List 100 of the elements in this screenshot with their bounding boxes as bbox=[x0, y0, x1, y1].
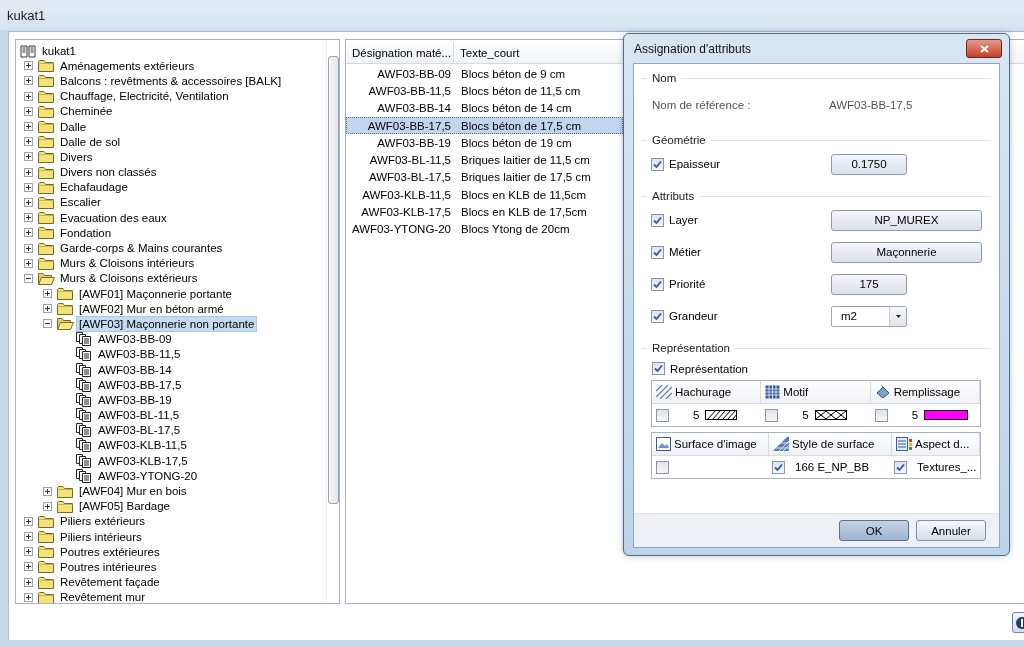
tree-item[interactable]: [AWF05] Bardage bbox=[76, 498, 173, 515]
tree-item[interactable]: Piliers extérieurs bbox=[57, 513, 148, 530]
tree-item[interactable]: Dalle de sol bbox=[57, 133, 124, 150]
expand-icon[interactable] bbox=[43, 304, 52, 314]
tree-item[interactable]: Dalle bbox=[57, 118, 90, 135]
checkbox[interactable] bbox=[874, 408, 888, 422]
expand-icon[interactable] bbox=[24, 577, 33, 587]
tree-item[interactable]: Garde-corps & Mains courantes bbox=[57, 240, 226, 257]
table-row[interactable]: AWF03-BL-11,5 Briques laitier de 11,5 cm bbox=[346, 151, 623, 169]
expand-icon[interactable] bbox=[24, 76, 33, 86]
tree-item[interactable]: AWF03-BB-11,5 bbox=[95, 346, 184, 363]
checkbox[interactable] bbox=[656, 460, 669, 474]
table-row[interactable]: AWF03-BB-14 Blocs béton de 14 cm bbox=[346, 99, 623, 117]
expand-icon[interactable] bbox=[24, 122, 33, 132]
expand-icon[interactable] bbox=[24, 562, 33, 572]
table-row[interactable]: AWF03-KLB-11,5 Blocs en KLB de 11,5cm bbox=[346, 186, 623, 204]
expand-icon[interactable] bbox=[24, 137, 33, 147]
checkbox[interactable] bbox=[651, 277, 664, 291]
tree-item[interactable]: Murs & Cloisons intérieurs bbox=[57, 255, 198, 272]
expand-icon[interactable] bbox=[24, 228, 33, 238]
value-button[interactable]: 175 bbox=[831, 273, 907, 295]
expand-icon[interactable] bbox=[24, 532, 33, 542]
expand-icon[interactable] bbox=[24, 592, 33, 602]
checkbox[interactable] bbox=[651, 309, 664, 323]
expand-icon[interactable] bbox=[24, 258, 33, 268]
collapse-icon[interactable] bbox=[43, 319, 52, 329]
tree-item[interactable]: AWF03-BB-17,5 bbox=[95, 376, 185, 393]
column-header[interactable]: Remplissage bbox=[893, 386, 961, 398]
tree-item[interactable]: Balcons : revêtments & accessoires [BALK] bbox=[57, 72, 285, 89]
dropdown[interactable]: m2 bbox=[831, 305, 907, 327]
dialog-button[interactable]: OK bbox=[839, 520, 909, 541]
expand-icon[interactable] bbox=[24, 182, 33, 192]
tree-item[interactable]: Fondation bbox=[57, 224, 115, 241]
tree-item[interactable]: [AWF04] Mur en bois bbox=[76, 483, 190, 500]
tree-item[interactable]: AWF03-BB-19 bbox=[95, 391, 175, 408]
value-button[interactable]: NP_MUREX bbox=[831, 209, 982, 231]
checkbox[interactable] bbox=[656, 408, 669, 422]
checkbox[interactable] bbox=[772, 460, 785, 474]
tree-item[interactable]: AWF03-BB-09 bbox=[95, 331, 175, 348]
scrollbar-thumb[interactable] bbox=[327, 56, 339, 504]
expand-icon[interactable] bbox=[24, 91, 33, 101]
tree-item[interactable]: Murs & Cloisons extérieurs bbox=[57, 270, 201, 287]
expand-icon[interactable] bbox=[24, 61, 33, 71]
table-row[interactable]: AWF03-BB-17,5 Blocs béton de 17,5 cm bbox=[346, 116, 623, 135]
expand-icon[interactable] bbox=[24, 547, 33, 557]
tree-item[interactable]: AWF03-BL-11,5 bbox=[95, 407, 183, 424]
tree-item[interactable]: Poutres extérieures bbox=[57, 543, 163, 560]
tree-item[interactable]: AWF03-BL-17,5 bbox=[95, 422, 184, 439]
tree-item[interactable]: Escalier bbox=[57, 194, 104, 211]
table-row[interactable]: AWF03-YTONG-20 Blocs Ytong de 20cm bbox=[346, 220, 623, 238]
checkbox[interactable] bbox=[765, 408, 779, 422]
tree-item[interactable]: kukat1 bbox=[39, 42, 79, 59]
tree-item[interactable]: AWF03-KLB-11,5 bbox=[95, 437, 190, 454]
tree-item[interactable]: [AWF01] Maçonnerie portante bbox=[76, 285, 235, 302]
tree-item[interactable]: Revêtement mur bbox=[57, 589, 148, 603]
tree-item[interactable]: Chauffage, Electricité, Ventilation bbox=[57, 88, 232, 105]
tree-item[interactable]: Aménagements extérieurs bbox=[57, 57, 198, 74]
column-header[interactable]: Motif bbox=[783, 386, 809, 398]
expand-icon[interactable] bbox=[24, 213, 33, 223]
tree-item[interactable]: Revêtement façade bbox=[57, 574, 163, 591]
tree-item[interactable]: [AWF02] Mur en béton armé bbox=[76, 300, 227, 317]
tree-item[interactable]: [AWF03] Maçonnerie non portante bbox=[76, 315, 258, 332]
table-row[interactable]: AWF03-BL-17,5 Briques laitier de 17,5 cm bbox=[346, 168, 623, 187]
tree-item[interactable]: Piliers intérieurs bbox=[57, 528, 145, 545]
expand-icon[interactable] bbox=[24, 167, 33, 177]
expand-icon[interactable] bbox=[43, 501, 52, 511]
expand-icon[interactable] bbox=[24, 152, 33, 162]
checkbox[interactable] bbox=[651, 213, 664, 227]
close-button[interactable] bbox=[966, 39, 1002, 58]
column-header[interactable]: Désignation maté... bbox=[346, 42, 454, 63]
value-button[interactable]: 0.1750 bbox=[831, 153, 907, 175]
scrollbar[interactable] bbox=[326, 40, 339, 603]
tree-item[interactable]: Divers non classés bbox=[57, 164, 160, 181]
tree-item[interactable]: Evacuation des eaux bbox=[57, 209, 170, 226]
checkbox[interactable] bbox=[651, 245, 664, 259]
tree-item[interactable]: AWF03-KLB-17,5 bbox=[95, 452, 191, 469]
table-row[interactable]: AWF03-BB-11,5 Blocs béton de 11,5 cm bbox=[346, 82, 623, 100]
tree-item[interactable]: AWF03-BB-14 bbox=[95, 361, 175, 378]
expand-icon[interactable] bbox=[24, 106, 33, 116]
tree-item[interactable]: AWF03-YTONG-20 bbox=[95, 467, 201, 484]
tree-item[interactable]: Echafaudage bbox=[57, 179, 131, 196]
checkbox[interactable] bbox=[651, 157, 664, 171]
expand-icon[interactable] bbox=[24, 197, 33, 207]
column-header[interactable]: Surface d'image bbox=[674, 438, 757, 450]
tree-item[interactable]: Cheminée bbox=[57, 103, 116, 120]
checkbox[interactable] bbox=[894, 460, 907, 474]
expand-icon[interactable] bbox=[24, 243, 33, 253]
value-button[interactable]: Maçonnerie bbox=[831, 241, 982, 263]
dialog-button[interactable]: Annuler bbox=[916, 520, 986, 541]
column-header[interactable]: Hachurage bbox=[675, 386, 732, 398]
table-row[interactable]: AWF03-BB-19 Blocs béton de 19 cm bbox=[346, 134, 623, 152]
column-header[interactable]: Aspect d... bbox=[915, 438, 970, 450]
checkbox[interactable] bbox=[652, 362, 665, 375]
tree-item[interactable]: Poutres intérieures bbox=[57, 558, 160, 575]
expand-icon[interactable] bbox=[24, 516, 33, 526]
collapse-icon[interactable] bbox=[24, 273, 33, 283]
expand-icon[interactable] bbox=[43, 486, 52, 496]
column-header[interactable]: Style de surface bbox=[792, 438, 875, 450]
table-row[interactable]: AWF03-BB-09 Blocs béton de 9 cm bbox=[346, 65, 623, 83]
table-row[interactable]: AWF03-KLB-17,5 Blocs en KLB de 17,5cm bbox=[346, 203, 623, 221]
